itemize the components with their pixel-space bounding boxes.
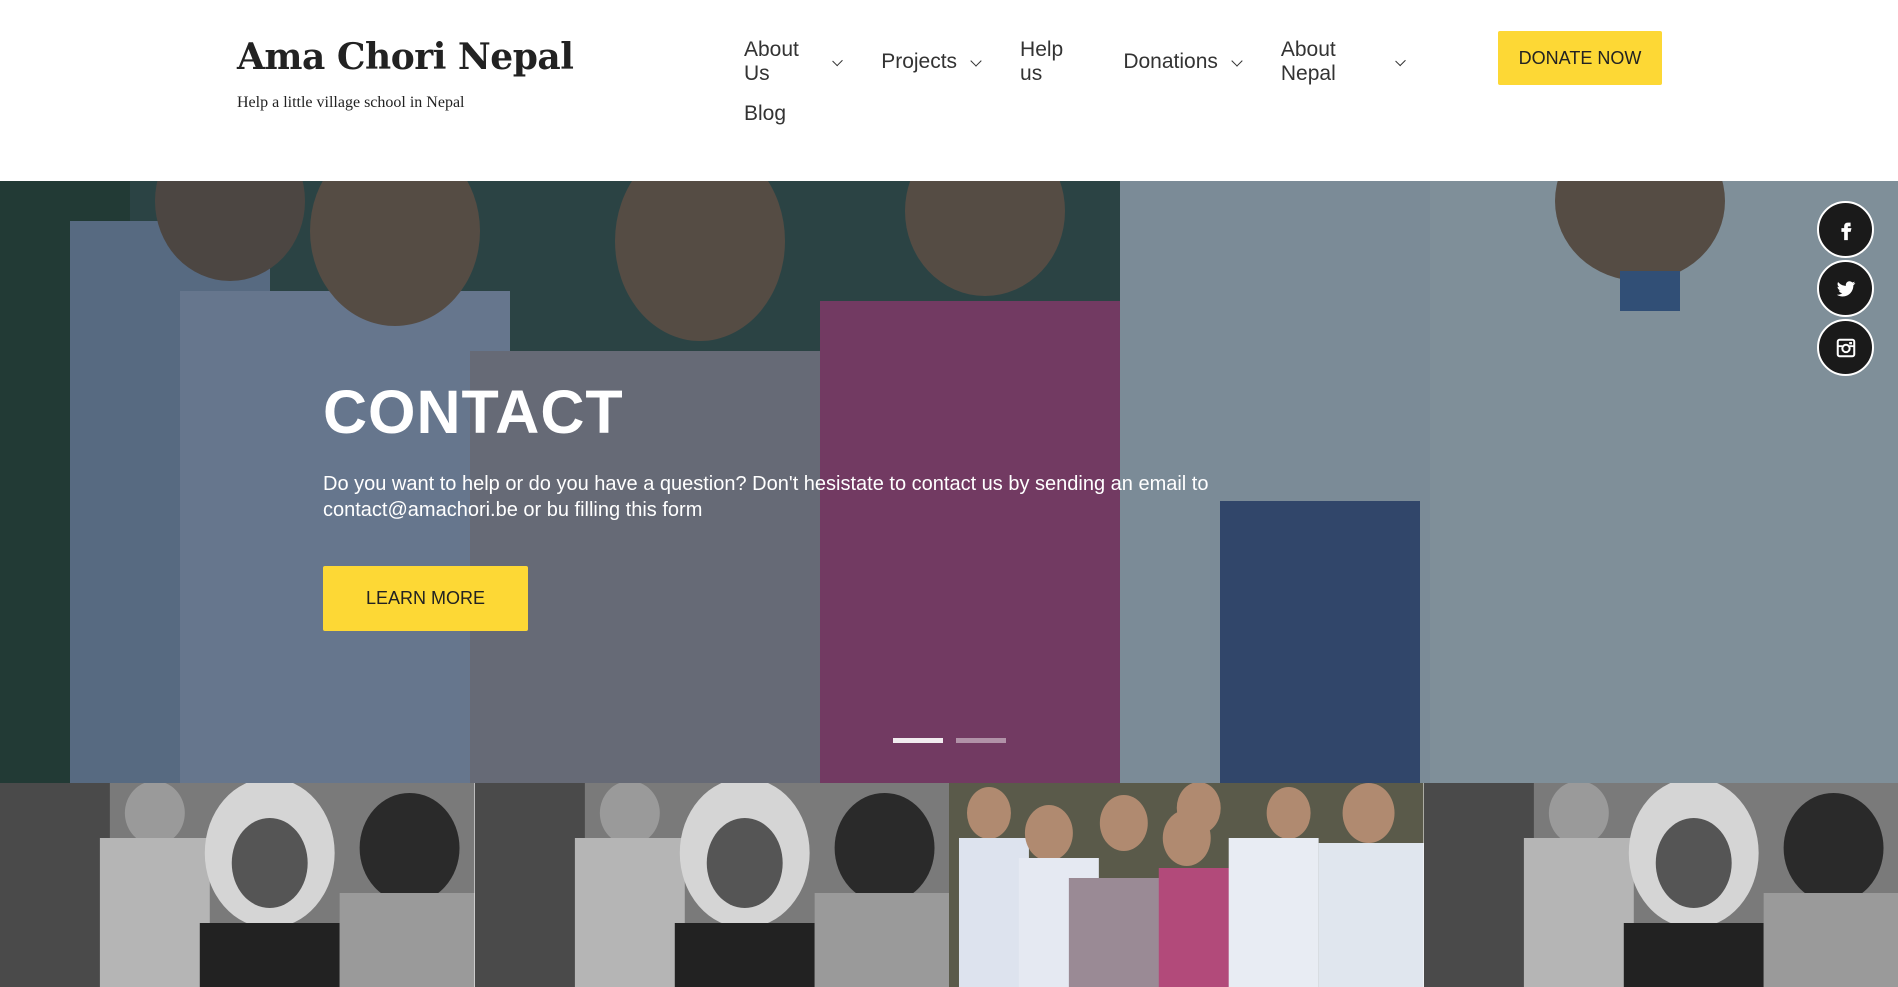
gallery-photo[interactable] [474,783,949,987]
hero-title: CONTACT [323,378,624,446]
hero-content: CONTACT Do you want to help or do you ha… [323,377,1223,523]
nav-item-label: About Nepal [1280,38,1336,85]
chevron-down-icon [1395,55,1406,67]
chevron-down-icon [1231,55,1243,67]
learn-more-button[interactable]: LEARN MORE [323,566,528,631]
nav-row: Blog [744,100,1444,128]
bw-children-photo [474,783,949,987]
nav-item-projects[interactable]: Projects [881,50,982,74]
bw-children-photo [1423,783,1898,987]
facebook-icon [1840,222,1851,240]
site-header: Ama Chori Nepal Help a little village sc… [0,0,1898,181]
chevron-down-icon [832,55,843,67]
twitter-icon [1836,280,1855,297]
instagram-button[interactable] [1817,319,1874,376]
donate-now-button[interactable]: DONATE NOW [1498,31,1662,85]
nav-item-donations[interactable]: Donations [1123,50,1243,74]
slider-dot[interactable] [956,738,1006,743]
bw-children-photo [0,783,475,987]
hero-text: Do you want to help or do you have a que… [323,473,1209,521]
nav-item-blog[interactable]: Blog [744,102,786,126]
hero-slider: CONTACT Do you want to help or do you ha… [0,181,1898,783]
nav-item-label: About Us [744,38,799,85]
gallery-photo[interactable] [1423,783,1898,987]
nav-item-about-nepal[interactable]: About Nepal [1280,38,1406,86]
twitter-button[interactable] [1817,260,1874,317]
site-tagline: Help a little village school in Nepal [237,94,465,111]
chevron-down-icon [970,55,982,67]
nav-item-label: Projects [881,50,958,73]
nav-item-about-us[interactable]: About Us [744,38,843,86]
slider-dot[interactable] [893,738,943,743]
nav-item-help-us[interactable]: Help us [1020,38,1083,86]
gallery-photo[interactable] [0,783,475,987]
main-nav: About Us Projects Help us Donations Abou… [744,38,1444,128]
nav-item-label: Blog [744,102,787,125]
social-links [1817,201,1874,376]
nav-row: About Us Projects Help us Donations Abou… [744,38,1444,85]
slider-dots [893,738,1006,743]
nav-item-label: Help us [1020,38,1064,85]
site-title[interactable]: Ama Chori Nepal [237,36,574,78]
brand: Ama Chori Nepal Help a little village sc… [237,36,574,112]
schoolchildren-photo [949,783,1424,987]
photo-gallery-strip [0,783,1898,987]
instagram-icon [1836,338,1855,357]
gallery-photo[interactable] [949,783,1424,987]
facebook-button[interactable] [1817,201,1874,258]
nav-item-label: Donations [1123,50,1218,73]
